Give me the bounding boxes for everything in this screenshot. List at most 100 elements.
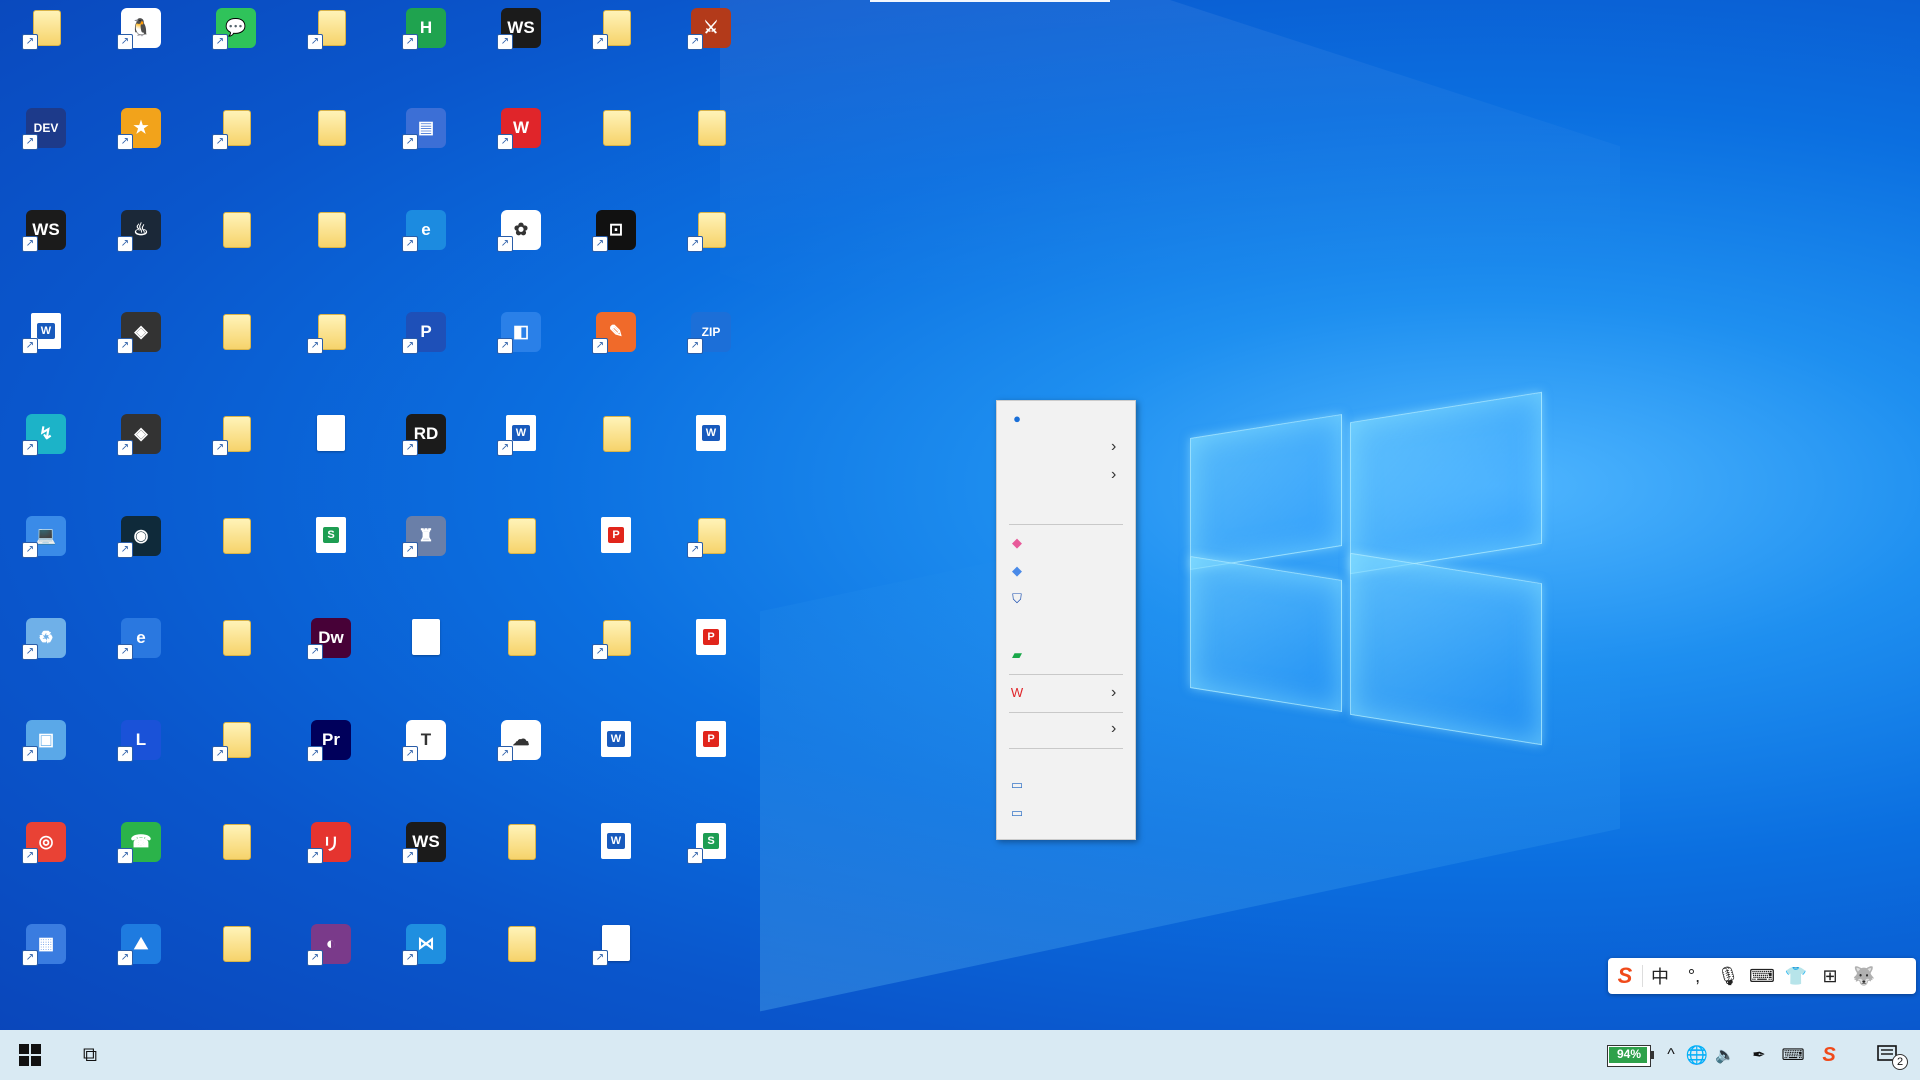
- desktop-icon-app[interactable]: ◉ ↗: [117, 514, 163, 558]
- desktop-icon-app[interactable]: T ↗: [402, 718, 448, 762]
- ime-chinese-mode-button[interactable]: 中: [1643, 958, 1677, 994]
- desktop-icon-app[interactable]: ▣ ↗: [22, 718, 68, 762]
- start-button[interactable]: [10, 1030, 50, 1080]
- desktop-icon-word[interactable]: W ↗: [497, 412, 543, 456]
- keyboard-icon[interactable]: ⌨: [1745, 958, 1779, 994]
- action-center-button[interactable]: 2: [1868, 1030, 1908, 1080]
- desktop-icon-app[interactable]: ★ ↗: [117, 106, 163, 150]
- desktop-icon-pdf[interactable]: P: [594, 514, 638, 558]
- desktop-icon-folder[interactable]: [499, 514, 543, 558]
- desktop-icon-word[interactable]: W: [689, 412, 733, 456]
- skin-icon[interactable]: 👕: [1779, 958, 1813, 994]
- desktop-icon-folder[interactable]: [594, 412, 638, 456]
- desktop-icon-app[interactable]: ▦ ↗: [22, 922, 68, 966]
- desktop-icon-xls[interactable]: S ↗: [687, 820, 733, 864]
- desktop-icon-app[interactable]: ✿ ↗: [497, 208, 543, 252]
- desktop-icon-doc[interactable]: [309, 412, 353, 456]
- context-menu-item[interactable]: ●: [997, 407, 1135, 431]
- desktop-icon-folder[interactable]: ↗: [212, 718, 258, 762]
- desktop-icon-app[interactable]: ◎ ↗: [22, 820, 68, 864]
- desktop-icon-folder[interactable]: [214, 208, 258, 252]
- desktop-icon-app[interactable]: ✎ ↗: [592, 310, 638, 354]
- desktop-icon-folder[interactable]: ↗: [307, 6, 353, 50]
- context-menu-item[interactable]: ▭: [997, 773, 1135, 797]
- desktop-icon-app[interactable]: ♨ ↗: [117, 208, 163, 252]
- desktop-icon-folder[interactable]: [499, 820, 543, 864]
- desktop-icon-folder[interactable]: [309, 208, 353, 252]
- desktop-icon-app[interactable]: ◧ ↗: [497, 310, 543, 354]
- context-menu-item[interactable]: ◆: [997, 531, 1135, 555]
- desktop-icon-app[interactable]: Dw ↗: [307, 616, 353, 660]
- desktop-icon-app[interactable]: e ↗: [117, 616, 163, 660]
- context-menu-item[interactable]: ›: [997, 435, 1135, 459]
- desktop-icon-app[interactable]: ⊡ ↗: [592, 208, 638, 252]
- battery-indicator[interactable]: 94%: [1607, 1045, 1654, 1067]
- desktop-icon-folder[interactable]: [689, 106, 733, 150]
- context-menu-item[interactable]: ⛉: [997, 587, 1135, 611]
- desktop-icon-folder[interactable]: [309, 106, 353, 150]
- desktop-icon-folder[interactable]: [499, 616, 543, 660]
- desktop-icon-folder[interactable]: ↗: [592, 6, 638, 50]
- desktop-icon-word[interactable]: W ↗: [22, 310, 68, 354]
- task-view-button[interactable]: ⧉: [70, 1030, 110, 1080]
- desktop-icon-app[interactable]: ♻ ↗: [22, 616, 68, 660]
- desktop-icon-app[interactable]: H ↗: [402, 6, 448, 50]
- desktop-icon-app[interactable]: ⋈ ↗: [402, 922, 448, 966]
- desktop-icon-folder[interactable]: [214, 820, 258, 864]
- sogou-logo-icon[interactable]: S: [1608, 958, 1642, 994]
- desktop-icon-app[interactable]: e ↗: [402, 208, 448, 252]
- desktop-icon-app[interactable]: ◈ ↗: [117, 310, 163, 354]
- desktop-icon-app[interactable]: Pr ↗: [307, 718, 353, 762]
- desktop-icon-app[interactable]: ▤ ↗: [402, 106, 448, 150]
- desktop-icon-doc[interactable]: ↗: [592, 922, 638, 966]
- desktop-icon-folder[interactable]: ↗: [687, 514, 733, 558]
- desktop-icon-folder[interactable]: ↗: [307, 310, 353, 354]
- context-menu-item[interactable]: ◆: [997, 559, 1135, 583]
- show-hidden-icons-button[interactable]: ^: [1660, 1030, 1682, 1080]
- mascot-icon[interactable]: 🐺: [1847, 958, 1881, 994]
- context-menu-item[interactable]: W ›: [997, 681, 1135, 705]
- desktop-icon-app[interactable]: RD ↗: [402, 412, 448, 456]
- desktop-icon-app[interactable]: DEV ↗: [22, 106, 68, 150]
- volume-icon[interactable]: 🔈: [1712, 1030, 1738, 1080]
- desktop-icon-app[interactable]: ⛰ ↗: [117, 922, 163, 966]
- context-menu-item[interactable]: [997, 491, 1135, 515]
- desktop-icon-folder[interactable]: ↗: [212, 106, 258, 150]
- desktop-icon-word[interactable]: W: [594, 820, 638, 864]
- desktop-icon-app[interactable]: 🐧 ↗: [117, 6, 163, 50]
- input-method-icon[interactable]: ⌨: [1780, 1030, 1806, 1080]
- toolbox-grid-icon[interactable]: ⊞: [1813, 958, 1847, 994]
- desktop-icon-app[interactable]: ↯ ↗: [22, 412, 68, 456]
- desktop-icon-word[interactable]: W: [594, 718, 638, 762]
- context-menu-item[interactable]: ›: [997, 463, 1135, 487]
- desktop-icon-app[interactable]: WS ↗: [497, 6, 543, 50]
- desktop-icon-app[interactable]: 💬 ↗: [212, 6, 258, 50]
- desktop-icon-app[interactable]: ☁ ↗: [497, 718, 543, 762]
- desktop-icon-folder[interactable]: [499, 922, 543, 966]
- desktop-icon-folder[interactable]: [214, 310, 258, 354]
- desktop-icon-app[interactable]: P ↗: [402, 310, 448, 354]
- desktop-icon-app[interactable]: L ↗: [117, 718, 163, 762]
- desktop-icon-folder[interactable]: [214, 616, 258, 660]
- desktop-icon-app[interactable]: ☎ ↗: [117, 820, 163, 864]
- context-menu-item[interactable]: ›: [997, 717, 1135, 741]
- desktop-icon-app[interactable]: ZIP ↗: [687, 310, 733, 354]
- sogou-tray-icon[interactable]: S: [1816, 1030, 1842, 1080]
- context-menu-item[interactable]: [997, 615, 1135, 639]
- desktop-icon-app[interactable]: ♜ ↗: [402, 514, 448, 558]
- desktop-icon-folder[interactable]: [214, 514, 258, 558]
- desktop-icon-xls[interactable]: S: [309, 514, 353, 558]
- desktop-icon-app[interactable]: ◐ ↗: [307, 922, 353, 966]
- desktop-icon-doc[interactable]: [404, 616, 448, 660]
- desktop-icon-folder[interactable]: ↗: [592, 616, 638, 660]
- network-globe-icon[interactable]: 🌐: [1684, 1030, 1710, 1080]
- desktop-icon-app[interactable]: リ ↗: [307, 820, 353, 864]
- desktop-icon-app[interactable]: WS ↗: [402, 820, 448, 864]
- desktop-icon-pdf[interactable]: P: [689, 718, 733, 762]
- desktop-icon-folder[interactable]: ↗: [22, 6, 68, 50]
- desktop-icon-folder[interactable]: ↗: [212, 412, 258, 456]
- desktop-icon-app[interactable]: 💻 ↗: [22, 514, 68, 558]
- context-menu-item[interactable]: ▭: [997, 801, 1135, 825]
- context-menu-item[interactable]: ▰: [997, 643, 1135, 667]
- desktop-icon-app[interactable]: ⚔ ↗: [687, 6, 733, 50]
